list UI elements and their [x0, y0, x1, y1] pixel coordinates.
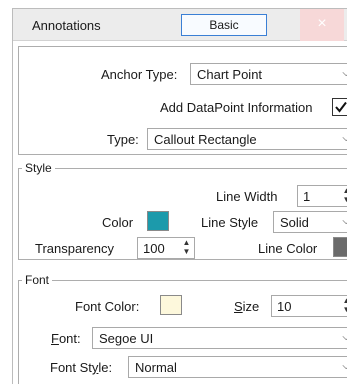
close-icon: × — [317, 15, 327, 32]
close-button[interactable]: × — [300, 9, 344, 41]
line-style-label: Line Style — [201, 215, 259, 230]
anchor-type-select[interactable]: Chart Point ⌵ — [190, 63, 347, 85]
chevron-down-icon: ⌵ — [342, 216, 347, 227]
line-color-label: Line Color — [258, 241, 318, 256]
type-value: Callout Rectangle — [154, 132, 257, 147]
type-label: Type: — [107, 132, 139, 147]
font-style-label-text-b: le: — [98, 360, 113, 375]
transparency-label: Transparency — [35, 241, 114, 256]
font-label-mnemonic: F — [51, 331, 59, 346]
transparency-value: 100 — [143, 241, 165, 256]
line-style-value: Solid — [280, 215, 309, 230]
title-bar: Annotations Basic × — [13, 9, 347, 41]
font-style-label: Font Style: — [50, 360, 112, 375]
color-label: Color — [102, 215, 134, 230]
color-swatch[interactable] — [147, 211, 169, 231]
line-style-select[interactable]: Solid ⌵ — [273, 211, 347, 233]
font-size-value: 10 — [277, 299, 292, 314]
size-label-text: ize — [242, 299, 260, 314]
size-label-mnemonic: S — [234, 299, 243, 314]
font-size-spinner[interactable]: 10 ▲▼ — [271, 295, 347, 317]
font-label-text: ont: — [58, 331, 81, 346]
anchor-type-value: Chart Point — [197, 67, 263, 82]
chevron-down-icon: ⌵ — [342, 332, 347, 343]
general-panel: Anchor Type: Chart Point ⌵ Add DataPoint… — [18, 46, 347, 155]
line-width-spinner[interactable]: 1 ▲▼ — [297, 185, 347, 207]
chevron-down-icon: ⌵ — [342, 133, 347, 144]
basic-mode-button[interactable]: Basic — [181, 14, 267, 36]
font-color-swatch[interactable] — [160, 295, 182, 315]
chevron-down-icon: ⌵ — [342, 361, 347, 372]
type-select[interactable]: Callout Rectangle ⌵ — [147, 128, 347, 150]
anchor-type-label: Anchor Type: — [101, 67, 178, 82]
font-value: Segoe UI — [99, 331, 154, 346]
style-group: Style Line Width 1 ▲▼ Color Line Style S… — [18, 161, 347, 260]
line-width-label: Line Width — [216, 189, 278, 204]
add-datapoint-label: Add DataPoint Information — [160, 100, 313, 115]
size-label: Size — [234, 299, 259, 314]
spin-updown-icon: ▲▼ — [182, 238, 191, 256]
dialog-content: Anchor Type: Chart Point ⌵ Add DataPoint… — [18, 46, 347, 384]
line-color-swatch[interactable] — [333, 237, 347, 257]
font-color-label: Font Color: — [75, 299, 140, 314]
checkmark-icon — [335, 101, 347, 113]
annotations-dialog: Annotations Basic × Anchor Type: Chart P… — [12, 8, 347, 384]
spin-updown-icon: ▲▼ — [342, 186, 347, 204]
style-legend: Style — [22, 161, 55, 175]
add-datapoint-checkbox[interactable] — [332, 98, 347, 116]
chevron-down-icon: ⌵ — [342, 68, 347, 79]
dialog-title: Annotations — [32, 18, 101, 33]
font-style-select[interactable]: Normal ⌵ — [128, 356, 347, 378]
font-legend: Font — [22, 273, 53, 287]
font-label: Font: — [51, 331, 81, 346]
font-select[interactable]: Segoe UI ⌵ — [92, 327, 347, 349]
line-width-value: 1 — [303, 189, 311, 204]
font-group: Font Font Color: Size 10 ▲▼ Font: Segoe … — [18, 273, 347, 384]
font-style-value: Normal — [135, 360, 177, 375]
font-style-label-text-a: Font St — [50, 360, 92, 375]
spin-updown-icon: ▲▼ — [342, 296, 347, 314]
transparency-spinner[interactable]: 100 ▲ ▼ — [137, 237, 195, 259]
